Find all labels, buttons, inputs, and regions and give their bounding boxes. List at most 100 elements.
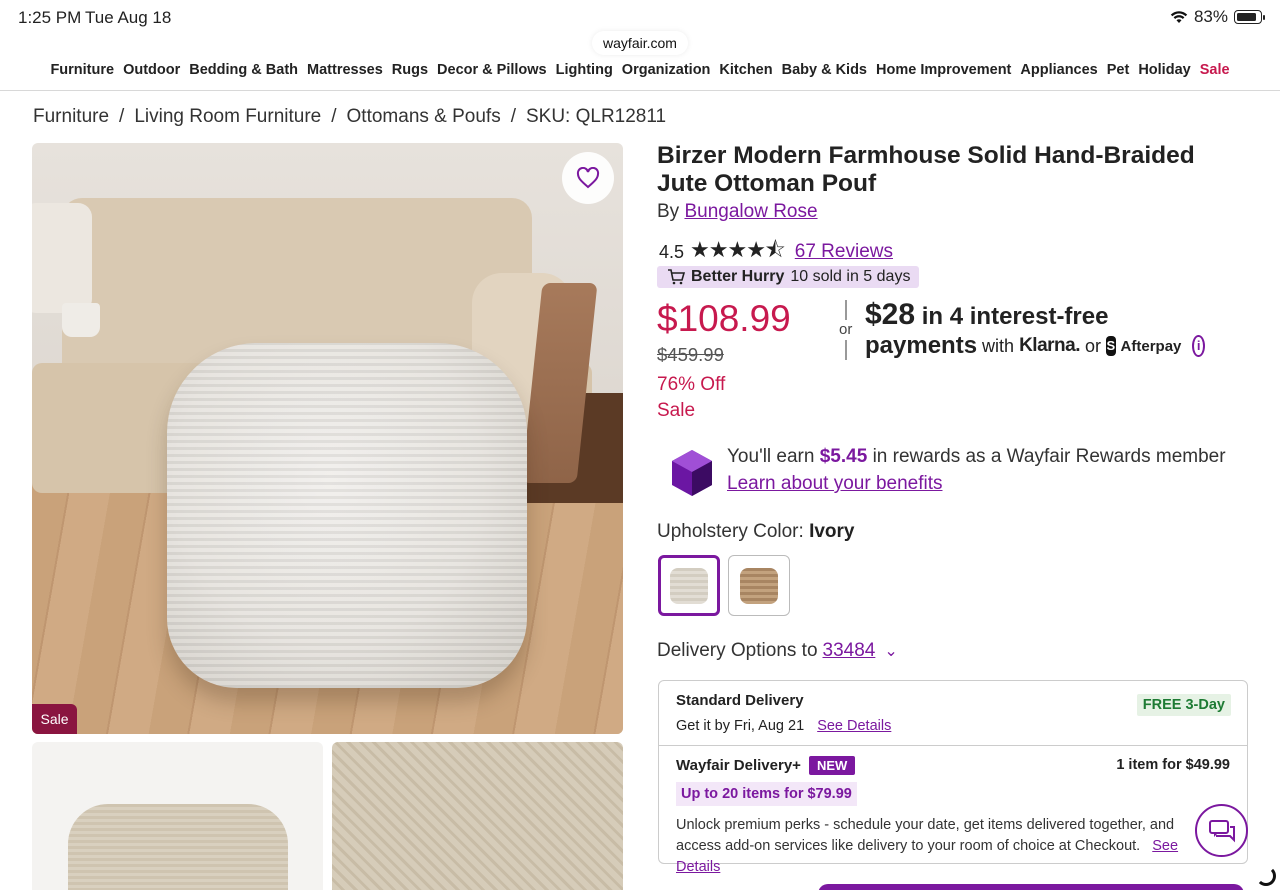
hurry-label: Better Hurry — [691, 268, 785, 285]
swatch-ivory-image — [670, 567, 708, 604]
status-time: 1:25 PM — [18, 8, 82, 27]
status-date: Tue Aug 18 — [85, 8, 172, 27]
zip-code-link[interactable]: 33484 — [823, 640, 876, 662]
see-details-link[interactable]: See Details — [817, 718, 891, 734]
upholstery-color: Upholstery Color: Ivory — [657, 521, 854, 543]
status-right: 83% — [1170, 7, 1265, 27]
breadcrumb-separator: / — [510, 106, 516, 127]
learn-benefits-link[interactable]: Learn about your benefits — [727, 473, 943, 495]
breadcrumb-furniture[interactable]: Furniture — [33, 106, 109, 128]
heart-icon — [576, 167, 600, 189]
or-label: or — [839, 321, 853, 338]
upholstery-selected: Ivory — [809, 521, 855, 542]
nav-organization[interactable]: Organization — [622, 62, 711, 90]
sale-badge: Sale — [32, 704, 77, 734]
delivery-options: Delivery Options to 33484 ⌄ — [657, 640, 898, 662]
swatch-natural-image — [740, 567, 778, 604]
nav-appliances[interactable]: Appliances — [1020, 62, 1097, 90]
breadcrumb-ottomans[interactable]: Ottomans & Poufs — [347, 106, 501, 128]
new-badge: NEW — [808, 756, 856, 775]
up-to-items-badge: Up to 20 items for $79.99 — [676, 782, 857, 806]
product-thumbnail-1[interactable] — [32, 742, 323, 890]
nav-outdoor[interactable]: Outdoor — [123, 62, 180, 90]
reviews-link[interactable]: 67 Reviews — [795, 241, 893, 263]
better-hurry-badge: Better Hurry 10 sold in 5 days — [657, 266, 920, 288]
nav-bedding-bath[interactable]: Bedding & Bath — [189, 62, 298, 90]
klarna-logo[interactable]: Klarna. — [1019, 335, 1080, 357]
price-divider: or — [839, 300, 852, 360]
product-main-image[interactable] — [32, 143, 623, 734]
standard-delivery-date: Get it by Fri, Aug 21 See Details — [676, 718, 891, 734]
brand-by: By — [657, 201, 680, 222]
breadcrumb-living-room[interactable]: Living Room Furniture — [134, 106, 321, 128]
hurry-detail: 10 sold in 5 days — [790, 268, 911, 285]
product-thumbnail-2[interactable] — [332, 742, 623, 890]
with-label: with — [982, 335, 1015, 356]
unlock-text: Unlock premium perks - schedule your dat… — [676, 817, 1175, 854]
sale-label: Sale — [657, 400, 696, 421]
product-title: Birzer Modern Farmhouse Solid Hand-Braid… — [657, 142, 1195, 197]
nav-baby-kids[interactable]: Baby & Kids — [782, 62, 867, 90]
nav-holiday[interactable]: Holiday — [1138, 62, 1190, 90]
one-item-price: 1 item for $49.99 — [1116, 757, 1230, 773]
swatch-natural[interactable] — [728, 555, 790, 616]
rating-value: 4.5 — [659, 241, 685, 262]
discount-label: 76% Off — [657, 374, 726, 395]
url-bar[interactable]: wayfair.com — [592, 31, 688, 55]
nav-home-improvement[interactable]: Home Improvement — [876, 62, 1011, 90]
favorite-button[interactable] — [562, 152, 614, 204]
category-nav: Furniture Outdoor Bedding & Bath Mattres… — [0, 62, 1280, 91]
installment-amount: $28 — [865, 298, 916, 331]
thumbnail-pouf — [68, 804, 288, 890]
afterpay-icon: S — [1106, 336, 1116, 356]
battery-percent: 83% — [1193, 7, 1228, 26]
delivery-plus-description: Unlock premium perks - schedule your dat… — [676, 815, 1221, 878]
delivery-label: Delivery Options to — [657, 640, 818, 661]
standard-delivery-title: Standard Delivery — [676, 692, 804, 709]
wifi-icon — [1170, 11, 1188, 23]
breadcrumb-separator: / — [119, 106, 125, 127]
image-cushion — [32, 203, 92, 313]
cart-icon — [668, 269, 685, 285]
rewards-amount: $5.45 — [819, 446, 868, 467]
standard-get-text: Get it by Fri, Aug 21 — [676, 718, 805, 734]
nav-pet[interactable]: Pet — [1107, 62, 1130, 90]
original-price: $459.99 — [657, 344, 724, 365]
add-to-cart-button[interactable] — [818, 884, 1244, 890]
afterpay-logo[interactable]: Afterpay — [1121, 338, 1182, 355]
nav-lighting[interactable]: Lighting — [556, 62, 613, 90]
breadcrumb-sku: SKU: QLR12811 — [525, 106, 667, 127]
swatch-ivory[interactable] — [658, 555, 720, 616]
nav-rugs[interactable]: Rugs — [392, 62, 428, 90]
product-brand: By Bungalow Rose — [657, 201, 818, 223]
breadcrumb: Furniture / Living Room Furniture / Otto… — [33, 106, 666, 128]
info-icon[interactable]: i — [1192, 335, 1205, 357]
upholstery-label: Upholstery Color: — [657, 521, 804, 542]
payments-label: payments — [865, 332, 978, 359]
installment-info: $28 in 4 interest-free payments with Kla… — [865, 298, 1205, 360]
nav-sale[interactable]: Sale — [1200, 62, 1230, 90]
chat-icon — [1208, 819, 1235, 842]
or-label-2: or — [1084, 335, 1101, 356]
nav-decor-pillows[interactable]: Decor & Pillows — [437, 62, 547, 90]
delivery-divider — [659, 745, 1247, 746]
chat-button[interactable] — [1195, 804, 1248, 857]
rewards-prefix: You'll earn — [727, 446, 815, 467]
nav-furniture[interactable]: Furniture — [50, 62, 114, 90]
rewards-text: You'll earn $5.45 in rewards as a Wayfai… — [727, 446, 1226, 468]
delivery-plus-title: Wayfair Delivery+ NEW — [676, 756, 856, 775]
current-price: $108.99 — [657, 298, 791, 339]
delivery-plus-label: Wayfair Delivery+ — [676, 757, 801, 774]
chevron-down-icon[interactable]: ⌄ — [884, 641, 897, 661]
nav-kitchen[interactable]: Kitchen — [719, 62, 772, 90]
rewards-suffix: in rewards as a Wayfair Rewards member — [872, 446, 1226, 467]
free-delivery-badge: FREE 3-Day — [1136, 694, 1231, 716]
battery-icon — [1234, 10, 1265, 24]
installment-text: in 4 interest-free — [921, 303, 1109, 330]
loading-spinner-icon — [1256, 866, 1276, 886]
nav-mattresses[interactable]: Mattresses — [307, 62, 383, 90]
image-mug — [62, 303, 100, 337]
brand-link[interactable]: Bungalow Rose — [684, 201, 817, 222]
breadcrumb-separator: / — [331, 106, 337, 127]
delivery-box: Standard Delivery Get it by Fri, Aug 21 … — [658, 680, 1248, 875]
